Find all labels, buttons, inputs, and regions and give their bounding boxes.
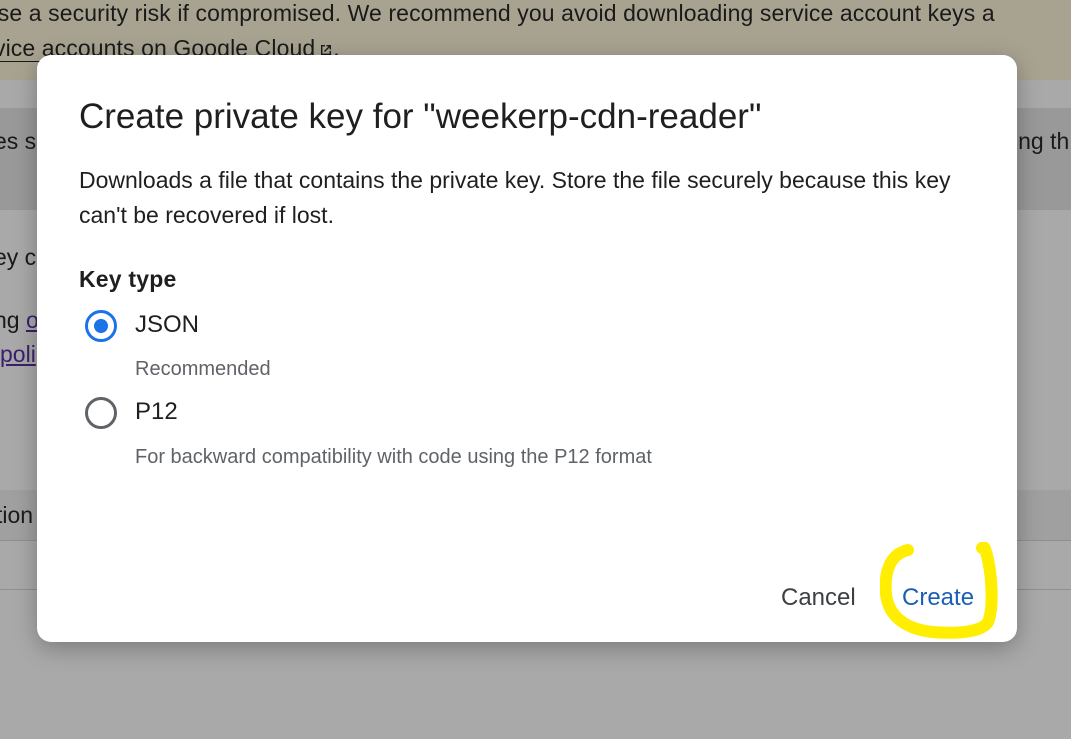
dialog-title: Create private key for "weekerp-cdn-read… <box>79 97 762 136</box>
background-link-fragment: poli <box>0 341 36 368</box>
page: pose a security risk if compromised. We … <box>0 0 1071 739</box>
background-table-header-text: tion <box>0 502 34 528</box>
key-type-label: Key type <box>79 266 177 292</box>
policy-link[interactable]: poli <box>0 341 36 367</box>
banner-text-line-1: pose a security risk if compromised. We … <box>0 0 995 26</box>
json-option-label[interactable]: JSON <box>135 311 199 339</box>
p12-radio-button[interactable] <box>85 397 117 429</box>
create-private-key-dialog: Create private key for "weekerp-cdn-read… <box>37 55 1017 642</box>
json-radio-button[interactable] <box>85 310 117 342</box>
cancel-button[interactable]: Cancel <box>775 580 862 616</box>
background-band-text-right: ing th <box>1013 128 1070 154</box>
background-band-text-left: es s <box>0 128 37 154</box>
background-text-fragment: ey c <box>0 244 37 270</box>
p12-option-help: For backward compatibility with code usi… <box>135 446 652 468</box>
dialog-description: Downloads a file that contains the priva… <box>79 167 951 228</box>
create-button[interactable]: Create <box>896 580 980 616</box>
background-text-fragment-part: ng <box>0 307 20 333</box>
p12-option-label[interactable]: P12 <box>135 398 178 426</box>
json-option-help: Recommended <box>135 358 271 380</box>
background-text-fragment: ng o <box>0 307 39 334</box>
